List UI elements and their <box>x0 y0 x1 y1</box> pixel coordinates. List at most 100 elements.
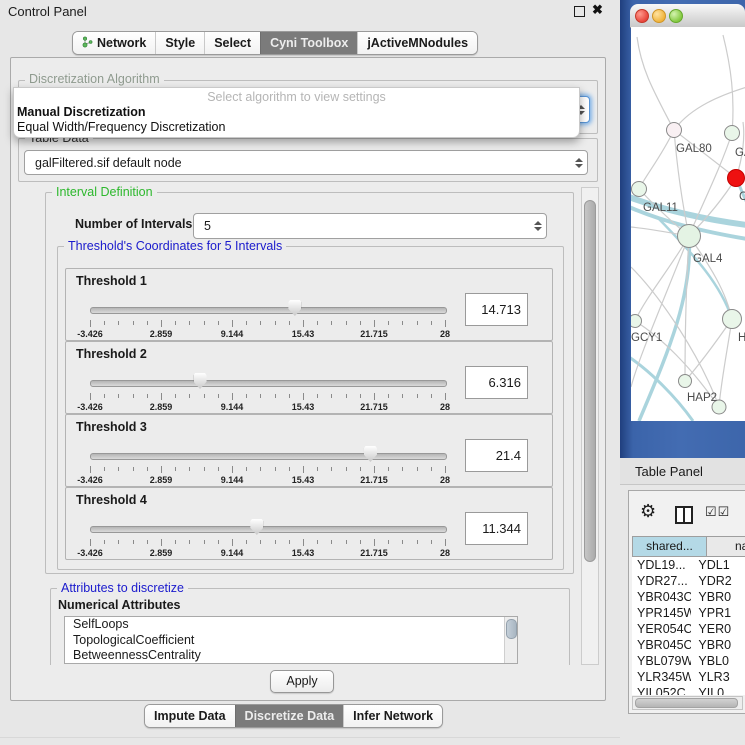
number-of-intervals-combo[interactable]: 5 <box>193 213 547 239</box>
settings-gear-icon[interactable]: ⚙ <box>640 501 656 522</box>
network-node-ga[interactable] <box>725 126 740 141</box>
table-row[interactable]: YDL19...YDL1 <box>632 557 745 573</box>
algorithm-option-equal-width-frequency-discretization[interactable]: Equal Width/Frequency Discretization <box>17 120 225 134</box>
threshold-panel-4: Threshold 4 -3.4262.8599.14415.4321.7152… <box>65 487 553 560</box>
tick-mark <box>118 540 119 544</box>
network-node-gal4[interactable] <box>678 225 701 248</box>
threshold-value-field[interactable]: 21.4 <box>465 439 528 472</box>
table-row[interactable]: YIL052CYIL0 <box>632 685 745 695</box>
tick-mark <box>346 394 347 398</box>
network-view-canvas[interactable]: GAL80GACGAL11GAL4GCY1HHAP2 <box>631 27 745 421</box>
slider-track[interactable] <box>90 526 447 533</box>
table-row[interactable]: YDR27...YDR2 <box>632 573 745 589</box>
cell-name[interactable]: YER0 <box>691 621 745 637</box>
scrollbar-thumb[interactable] <box>584 200 596 562</box>
tab-jactivemnodules[interactable]: jActiveMNodules <box>357 32 477 54</box>
network-node-gal80[interactable] <box>667 123 682 138</box>
cell-shared-name[interactable]: YIL052C <box>632 685 691 695</box>
float-window-icon[interactable] <box>574 6 585 17</box>
threshold-label: Threshold 1 <box>76 274 147 288</box>
table-row[interactable]: YBL079WYBL0 <box>632 653 745 669</box>
threshold-value-field[interactable]: 11.344 <box>465 512 528 545</box>
cell-shared-name[interactable]: YER054C <box>632 621 691 637</box>
table-horizontal-scrollbar[interactable] <box>632 696 743 710</box>
list-item-betweennesscentrality[interactable]: BetweennessCentrality <box>65 648 517 664</box>
minimize-traffic-light-icon[interactable] <box>652 9 666 23</box>
apply-button[interactable]: Apply <box>270 670 334 693</box>
table-row[interactable]: YBR045CYBR0 <box>632 637 745 653</box>
tab-discretize-data[interactable]: Discretize Data <box>235 705 344 727</box>
tick-mark <box>104 321 105 325</box>
threshold-slider[interactable]: -3.4262.8599.14415.4321.71528 <box>90 372 445 412</box>
slider-track[interactable] <box>90 307 447 314</box>
slider-track[interactable] <box>90 453 447 460</box>
threshold-value-field[interactable]: 6.316 <box>465 366 528 399</box>
table-row[interactable]: YER054CYER0 <box>632 621 745 637</box>
column-header-name[interactable]: na <box>707 536 745 557</box>
table-row[interactable]: YBR043CYBR0 <box>632 589 745 605</box>
scrollbar-thumb[interactable] <box>506 619 517 639</box>
cell-shared-name[interactable]: YLR345W <box>632 669 691 685</box>
cell-name[interactable]: YBR0 <box>691 589 745 605</box>
table-row[interactable]: YLR345WYLR3 <box>632 669 745 685</box>
numerical-attributes-list[interactable]: SelfLoopsTopologicalCoefficientBetweenne… <box>64 616 518 664</box>
cell-name[interactable]: YBR0 <box>691 637 745 653</box>
network-node-c[interactable] <box>728 170 745 187</box>
cell-shared-name[interactable]: YBR043C <box>632 589 691 605</box>
cell-shared-name[interactable]: YBR045C <box>632 637 691 653</box>
tick-mark <box>133 394 134 398</box>
tab-style[interactable]: Style <box>155 32 204 54</box>
tab-impute-data[interactable]: Impute Data <box>145 705 235 727</box>
table-data-combo-value: galFiltered.sif default node <box>25 156 571 170</box>
network-node-gal11[interactable] <box>632 182 647 197</box>
threshold-value-field[interactable]: 14.713 <box>465 293 528 326</box>
cell-name[interactable]: YBL0 <box>691 653 745 669</box>
tick-mark <box>90 466 91 473</box>
tab-select[interactable]: Select <box>204 32 260 54</box>
threshold-slider[interactable]: -3.4262.8599.14415.4321.71528 <box>90 299 445 339</box>
cell-name[interactable]: YPR1 <box>691 605 745 621</box>
network-node-hap2[interactable] <box>679 375 692 388</box>
tick-mark <box>331 540 332 544</box>
cell-name[interactable]: YDR2 <box>691 573 745 589</box>
tick-mark <box>260 540 261 544</box>
table-data-combo[interactable]: galFiltered.sif default node <box>24 150 588 175</box>
cell-name[interactable]: YLR3 <box>691 669 745 685</box>
slider-track[interactable] <box>90 380 447 387</box>
tab-cyni-toolbox[interactable]: Cyni Toolbox <box>260 32 357 54</box>
tick-mark <box>204 540 205 544</box>
group-title-interval-definition: Interval Definition <box>52 185 157 199</box>
column-header-shared-name[interactable]: shared... <box>632 536 707 557</box>
settings-vertical-scrollbar[interactable] <box>581 187 599 665</box>
cell-shared-name[interactable]: YBL079W <box>632 653 691 669</box>
network-node-gcy1[interactable] <box>631 315 642 328</box>
zoom-traffic-light-icon[interactable] <box>669 9 683 23</box>
tab-label: Network <box>97 36 146 50</box>
cell-shared-name[interactable]: YPR145W <box>632 605 691 621</box>
scrollbar-thumb[interactable] <box>635 698 738 708</box>
threshold-slider[interactable]: -3.4262.8599.14415.4321.71528 <box>90 518 445 558</box>
table-row[interactable]: YPR145WYPR1 <box>632 605 745 621</box>
tick-mark <box>445 466 446 473</box>
tab-network[interactable]: Network <box>73 32 155 54</box>
tick-mark <box>417 540 418 544</box>
network-node-h[interactable] <box>723 310 742 329</box>
list-vertical-scrollbar[interactable] <box>504 617 517 663</box>
cell-shared-name[interactable]: YDR27... <box>632 573 691 589</box>
select-columns-checkboxes-icon[interactable]: ☑☑ <box>705 504 730 520</box>
column-layout-icon[interactable] <box>675 506 693 524</box>
cell-name[interactable]: YIL0 <box>691 685 745 695</box>
threshold-slider[interactable]: -3.4262.8599.14415.4321.71528 <box>90 445 445 485</box>
tick-mark <box>317 321 318 325</box>
tick-label: 2.859 <box>141 548 181 558</box>
close-icon[interactable]: ✖ <box>592 2 603 18</box>
list-item-selfloops[interactable]: SelfLoops <box>65 617 517 633</box>
node-label-gal4: GAL4 <box>693 253 723 265</box>
cell-name[interactable]: YDL1 <box>691 557 745 573</box>
table-panel-title: Table Panel <box>635 464 703 479</box>
close-traffic-light-icon[interactable] <box>635 9 649 23</box>
cell-shared-name[interactable]: YDL19... <box>632 557 691 573</box>
list-item-topologicalcoefficient[interactable]: TopologicalCoefficient <box>65 633 517 649</box>
algorithm-option-manual-discretization[interactable]: Manual Discretization <box>17 105 146 119</box>
tab-infer-network[interactable]: Infer Network <box>343 705 442 727</box>
